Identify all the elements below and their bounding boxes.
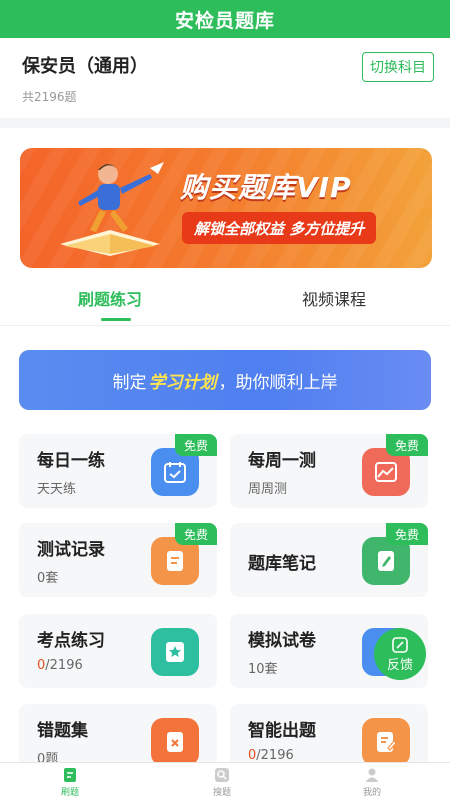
plan-highlight: 学习计划 <box>148 372 217 393</box>
card-title: 错题集 <box>37 721 88 741</box>
plan-suffix: ，助你顺利上岸 <box>218 372 338 393</box>
plan-prefix: 制定 <box>112 372 147 393</box>
search-icon <box>215 768 229 782</box>
card-daily-practice[interactable]: 每日一练 天天练 免费 <box>19 434 217 508</box>
study-plan-banner[interactable]: 制定 学习计划 ，助你顺利上岸 <box>19 350 431 410</box>
nav-label: 刷题 <box>60 788 79 798</box>
switch-subject-button[interactable]: 切换科目 <box>362 52 434 82</box>
nav-label: 搜题 <box>212 788 231 798</box>
free-badge: 免费 <box>175 523 217 545</box>
bottom-navigation: 刷题 搜题 我的 <box>0 762 450 800</box>
card-title: 考点练习 <box>37 631 105 651</box>
star-doc-icon <box>151 628 199 676</box>
feedback-button[interactable]: 反馈 <box>374 628 426 680</box>
top-bar: 安检员题库 <box>0 0 450 38</box>
free-badge: 免费 <box>386 523 428 545</box>
card-test-records[interactable]: 测试记录 0套 免费 <box>19 523 217 597</box>
card-title: 每周一测 <box>248 451 316 471</box>
feedback-label: 反馈 <box>386 657 413 673</box>
tab-active-indicator <box>101 318 131 321</box>
nav-item-practice[interactable]: 刷题 <box>40 767 100 798</box>
progress-total: /2196 <box>256 748 294 763</box>
progress-total: /2196 <box>45 658 83 673</box>
student-illustration <box>60 162 164 256</box>
card-progress: 0/2196 <box>37 658 83 673</box>
edit-icon <box>392 636 408 653</box>
card-title: 模拟试卷 <box>248 631 316 651</box>
subject-panel: 保安员（通用） 共2196题 切换科目 <box>0 38 450 118</box>
card-question-notes[interactable]: 题库笔记 免费 <box>230 523 428 597</box>
card-title: 题库笔记 <box>248 554 316 574</box>
nav-label: 我的 <box>362 788 381 798</box>
card-title: 智能出题 <box>248 721 316 741</box>
card-title: 每日一练 <box>37 451 105 471</box>
banner-subtitle: 解锁全部权益 多方位提升 <box>182 212 377 244</box>
card-weekly-test[interactable]: 每周一测 周周测 免费 <box>230 434 428 508</box>
card-subtitle: 周周测 <box>248 482 288 497</box>
nav-item-profile[interactable]: 我的 <box>342 767 402 798</box>
subject-name: 保安员（通用） <box>22 56 148 77</box>
card-progress: 0/2196 <box>248 748 294 763</box>
card-title: 测试记录 <box>37 540 105 560</box>
free-badge: 免费 <box>175 434 217 456</box>
tab-video-course[interactable]: 视频课程 <box>302 286 366 310</box>
tab-bar: 刷题练习 视频课程 <box>0 278 450 326</box>
card-subtitle: 10套 <box>248 662 278 677</box>
user-icon <box>365 768 379 782</box>
practice-doc-icon <box>64 768 76 782</box>
tab-practice[interactable]: 刷题练习 <box>78 286 142 310</box>
card-subtitle: 0套 <box>37 571 59 586</box>
nav-item-search[interactable]: 搜题 <box>192 767 252 798</box>
card-topic-practice[interactable]: 考点练习 0/2196 <box>19 614 217 688</box>
question-count: 共2196题 <box>22 90 77 104</box>
page-title: 安检员题库 <box>174 9 275 32</box>
error-doc-icon <box>151 718 199 766</box>
card-subtitle: 天天练 <box>37 482 77 497</box>
edit-doc-icon <box>362 718 410 766</box>
main-content: 购买题库VIP 解锁全部权益 多方位提升 刷题练习 视频课程 制定 学习计划 ，… <box>0 128 450 800</box>
banner-title: 购买题库VIP <box>180 171 352 204</box>
vip-banner[interactable]: 购买题库VIP 解锁全部权益 多方位提升 <box>20 148 432 268</box>
free-badge: 免费 <box>386 434 428 456</box>
